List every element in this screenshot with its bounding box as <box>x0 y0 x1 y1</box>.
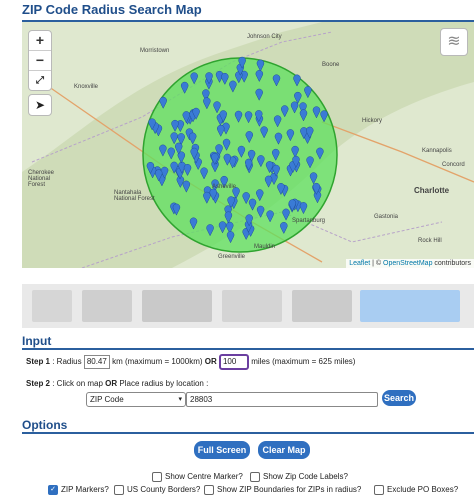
exclude-po-label: Exclude PO Boxes? <box>387 485 459 495</box>
option-zip-labels[interactable]: Show Zip Code Labels? <box>250 472 348 482</box>
redacted-ad-banner <box>22 284 474 328</box>
redacted-block <box>82 290 132 322</box>
redacted-block <box>360 290 460 322</box>
place-label: Gastonia <box>374 214 399 220</box>
option-centre-marker[interactable]: Show Centre Marker? <box>152 472 243 482</box>
redacted-block <box>32 290 72 322</box>
step1-text-c: miles (maximum = 625 miles) <box>248 357 356 367</box>
option-county-borders[interactable]: US County Borders? <box>114 485 200 495</box>
option-exclude-po[interactable]: Exclude PO Boxes? <box>374 485 458 495</box>
layers-icon[interactable]: ≋ <box>440 28 468 56</box>
map-attribution: Leaflet | © OpenStreetMap contributors <box>346 259 474 268</box>
attribution-separator: | © <box>370 260 384 267</box>
step2-text-b: Place radius by location : <box>117 379 209 388</box>
map-canvas[interactable] <box>22 22 474 268</box>
chevron-down-icon: ▾ <box>178 396 182 403</box>
or-label: OR <box>204 357 217 367</box>
leaflet-link[interactable]: Leaflet <box>349 260 370 267</box>
place-label: Mauldin <box>254 244 276 250</box>
option-zip-markers[interactable]: ✓ ZIP Markers? <box>48 485 109 495</box>
options-heading: Options <box>22 418 68 432</box>
clear-map-button[interactable]: Clear Map <box>258 441 310 459</box>
option-zip-boundaries[interactable]: Show ZIP Boundaries for ZIPs in radius? <box>204 485 361 495</box>
place-label: Boone <box>322 62 340 68</box>
place-label: Hickory <box>362 118 383 124</box>
radius-miles-input[interactable]: 100 <box>218 354 249 370</box>
zip-boundaries-checkbox[interactable] <box>204 485 214 495</box>
location-type-value: ZIP Code <box>90 395 124 404</box>
place-label: Morristown <box>140 48 170 54</box>
place-label: Johnson City <box>247 34 282 40</box>
step2-or-label: OR <box>105 379 118 388</box>
place-label: Concord <box>442 162 465 168</box>
centre-marker-label: Show Centre Marker? <box>165 472 243 482</box>
zoom-out-button[interactable]: − <box>29 51 51 71</box>
redacted-block <box>142 290 212 322</box>
map-panel[interactable]: Morristown Johnson City Knoxville Ashevi… <box>22 22 474 268</box>
zoom-control: + − ⤢ <box>28 30 52 91</box>
step1-text-a: : Radius <box>50 357 84 367</box>
location-type-select[interactable]: ZIP Code ▾ <box>86 392 186 407</box>
search-button[interactable]: Search <box>382 390 416 406</box>
input-heading: Input <box>22 334 52 348</box>
zip-markers-checkbox[interactable]: ✓ <box>48 485 58 495</box>
place-label: Cherokee National Forest <box>28 170 55 188</box>
county-borders-label: US County Borders? <box>127 485 201 495</box>
redacted-block <box>292 290 352 322</box>
zip-labels-checkbox[interactable] <box>250 472 260 482</box>
zip-labels-label: Show Zip Code Labels? <box>263 472 348 482</box>
zip-boundaries-label: Show ZIP Boundaries for ZIPs in radius? <box>217 485 362 495</box>
place-label: Greenville <box>218 254 246 260</box>
page-title: ZIP Code Radius Search Map <box>22 2 202 17</box>
step2-row: Step 2 : Click on map OR Place radius by… <box>26 379 208 388</box>
exclude-po-checkbox[interactable] <box>374 485 384 495</box>
place-label: Knoxville <box>74 84 99 90</box>
location-value-input[interactable]: 28803 <box>186 392 378 407</box>
attribution-contributors: contributors <box>432 260 471 267</box>
centre-marker-checkbox[interactable] <box>152 472 162 482</box>
step2-label: Step 2 <box>26 379 51 388</box>
fullscreen-map-button[interactable]: ⤢ <box>29 71 51 90</box>
step1-label: Step 1 <box>26 357 51 367</box>
zoom-in-button[interactable]: + <box>29 31 51 51</box>
place-label: Charlotte <box>414 186 450 195</box>
step1-row: Step 1 : Radius 80.47 km (maximum = 1000… <box>26 354 355 370</box>
place-label: Asheville <box>212 184 237 190</box>
osm-link[interactable]: OpenStreetMap <box>383 260 432 267</box>
redacted-block <box>222 290 282 322</box>
input-divider <box>22 348 474 350</box>
place-label: Rock Hill <box>418 238 442 244</box>
place-label: Kannapolis <box>422 148 452 154</box>
step1-text-b: km (maximum = 1000km) <box>109 357 205 367</box>
zip-markers-label: ZIP Markers? <box>61 485 109 495</box>
radius-km-input[interactable]: 80.47 <box>83 355 110 369</box>
place-label: Spartanburg <box>292 218 326 224</box>
options-divider <box>22 432 474 434</box>
locate-icon[interactable]: ➤ <box>28 94 52 116</box>
place-label: Nantahala National Forest <box>114 190 155 202</box>
county-borders-checkbox[interactable] <box>114 485 124 495</box>
full-screen-button[interactable]: Full Screen <box>194 441 250 459</box>
step2-text-a: : Click on map <box>50 379 106 388</box>
